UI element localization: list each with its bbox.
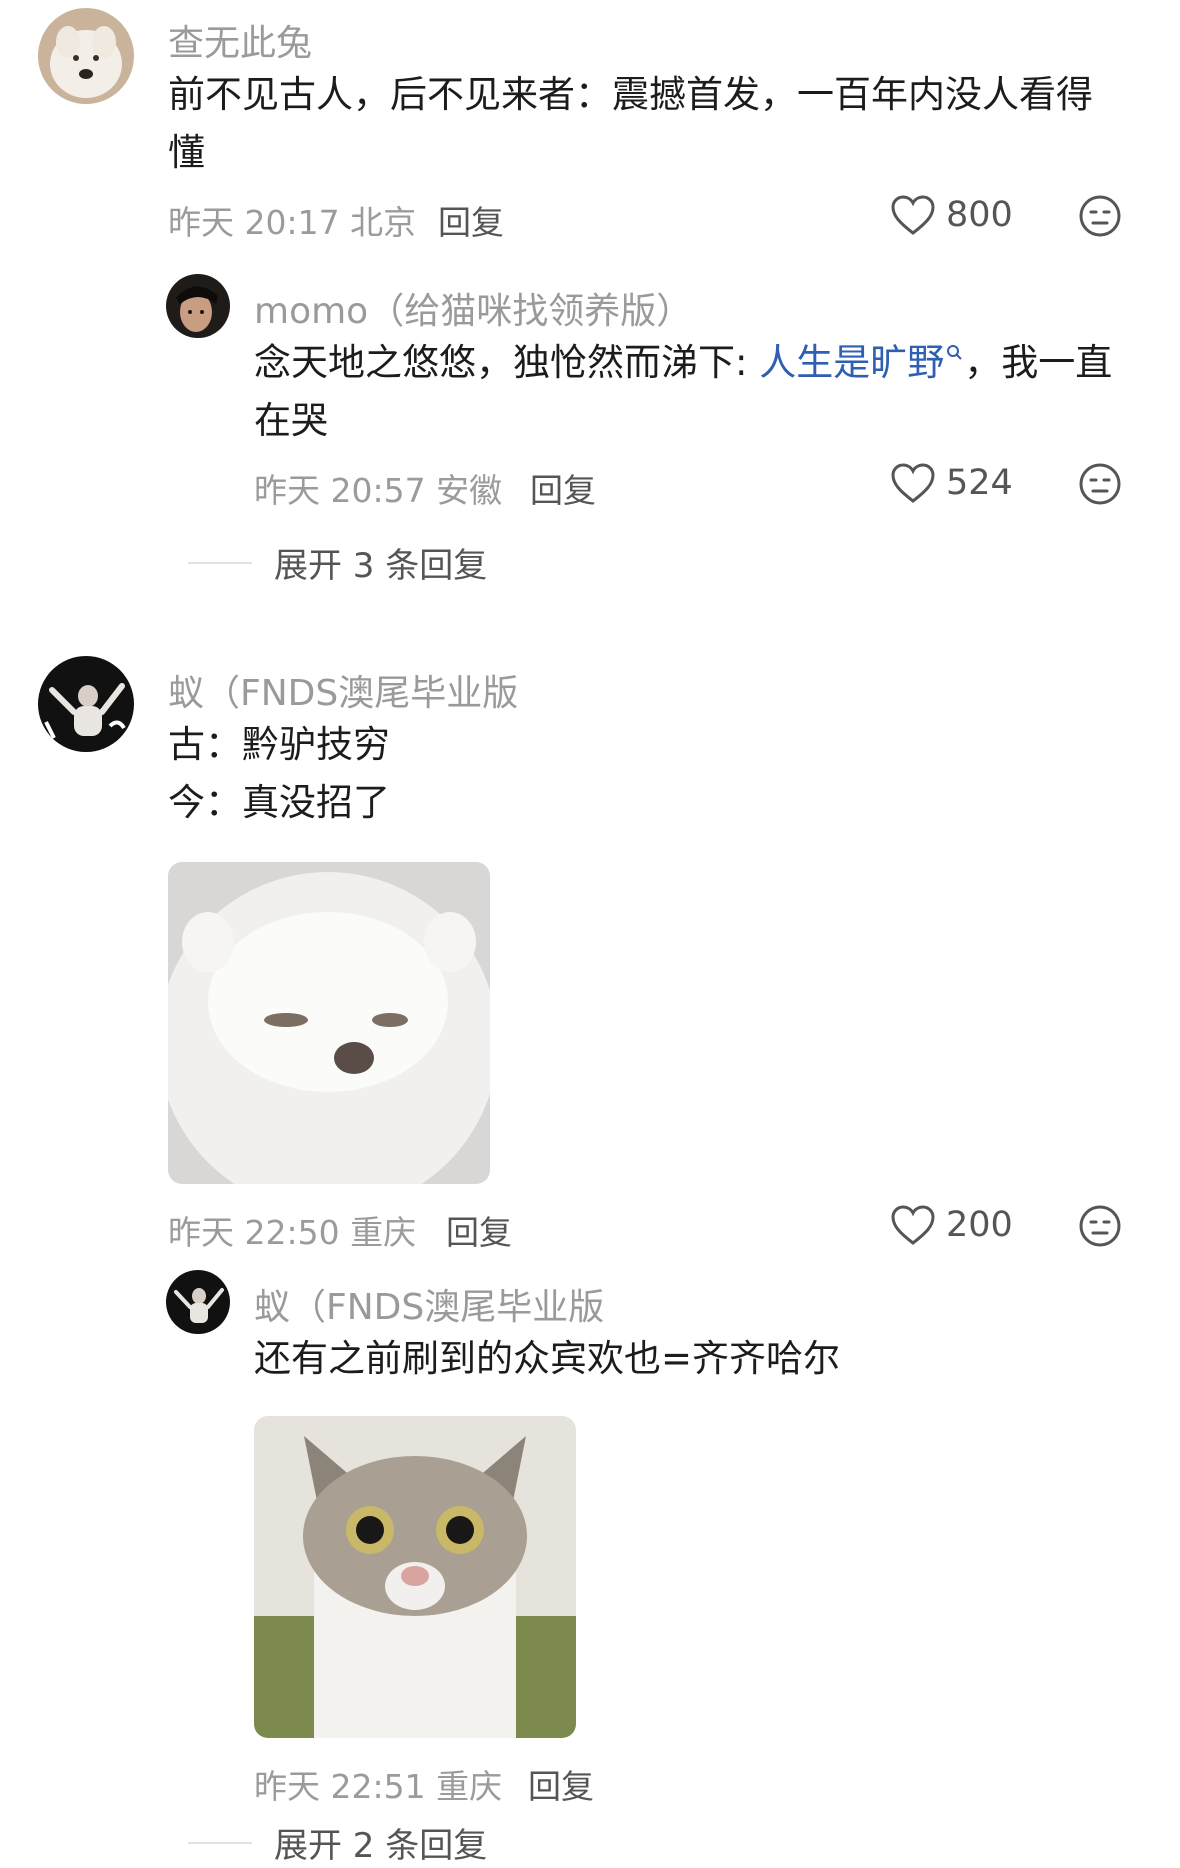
expand-replies-label: 展开 3 条回复 (274, 546, 488, 586)
reply-button[interactable]: 回复 (528, 1760, 594, 1808)
avatar[interactable] (166, 274, 230, 338)
expand-replies-button[interactable]: 展开 2 条回复 (188, 1818, 487, 1867)
username[interactable]: momo（给猫咪找领养版） (254, 282, 692, 334)
comment-meta: 昨天 22:51 重庆 (254, 1767, 503, 1806)
like-button[interactable]: 800 (890, 194, 1013, 236)
search-link-text: 人生是旷野 (759, 341, 945, 384)
comment-text-line: 今：真没招了 (168, 781, 390, 824)
search-icon (947, 344, 962, 360)
expand-replies-label: 展开 2 条回复 (274, 1826, 488, 1866)
avatar[interactable] (166, 1270, 230, 1334)
dislike-button[interactable] (1078, 194, 1122, 238)
expand-replies-button[interactable]: 展开 3 条回复 (188, 538, 487, 587)
meh-face-icon (1079, 463, 1121, 505)
meh-face-icon (1079, 1205, 1121, 1247)
comment-text-line: 古：黔驴技穷 (168, 723, 390, 766)
comment-text-line: 念天地之悠悠，独怆然而涕下: 人生是旷野 ，我一直 (254, 334, 1112, 392)
comment-image[interactable] (168, 862, 490, 1184)
username[interactable]: 蚁（FNDS澳尾毕业版 (254, 1278, 604, 1330)
dislike-button[interactable] (1078, 462, 1122, 506)
username[interactable]: 蚁（FNDS澳尾毕业版 (168, 664, 518, 716)
comment-meta: 昨天 20:17 北京 (168, 203, 417, 242)
comment-text-line: 在哭 (254, 399, 328, 442)
like-count: 524 (946, 463, 1013, 503)
comment-meta: 昨天 22:50 重庆 (168, 1213, 417, 1252)
heart-icon (890, 194, 936, 236)
heart-icon (890, 462, 936, 504)
comment-meta: 昨天 20:57 安徽 (254, 471, 503, 510)
avatar[interactable] (38, 8, 134, 104)
comment-text-segment: 念天地之悠悠，独怆然而涕下: (254, 341, 760, 384)
comment-image[interactable] (254, 1416, 576, 1738)
divider (188, 561, 252, 564)
meh-face-icon (1079, 195, 1121, 237)
reply-button[interactable]: 回复 (446, 1206, 512, 1254)
avatar[interactable] (38, 656, 134, 752)
comment-text-segment: ，我一直 (964, 341, 1113, 384)
username[interactable]: 查无此兔 (168, 14, 312, 66)
comment-text-line: 前不见古人，后不见来者：震撼首发，一百年内没人看得 (168, 73, 1093, 116)
reply-button[interactable]: 回复 (438, 196, 504, 244)
like-button[interactable]: 524 (890, 462, 1013, 504)
heart-icon (890, 1204, 936, 1246)
like-button[interactable]: 200 (890, 1204, 1013, 1246)
reply-button[interactable]: 回复 (530, 464, 596, 512)
comment-text-line: 还有之前刷到的众宾欢也=齐齐哈尔 (254, 1337, 841, 1380)
like-count: 200 (946, 1205, 1013, 1245)
like-count: 800 (946, 195, 1013, 235)
divider (188, 1841, 252, 1844)
dislike-button[interactable] (1078, 1204, 1122, 1248)
search-link[interactable]: 人生是旷野 (759, 341, 964, 384)
comment-text-line: 懂 (168, 131, 205, 174)
